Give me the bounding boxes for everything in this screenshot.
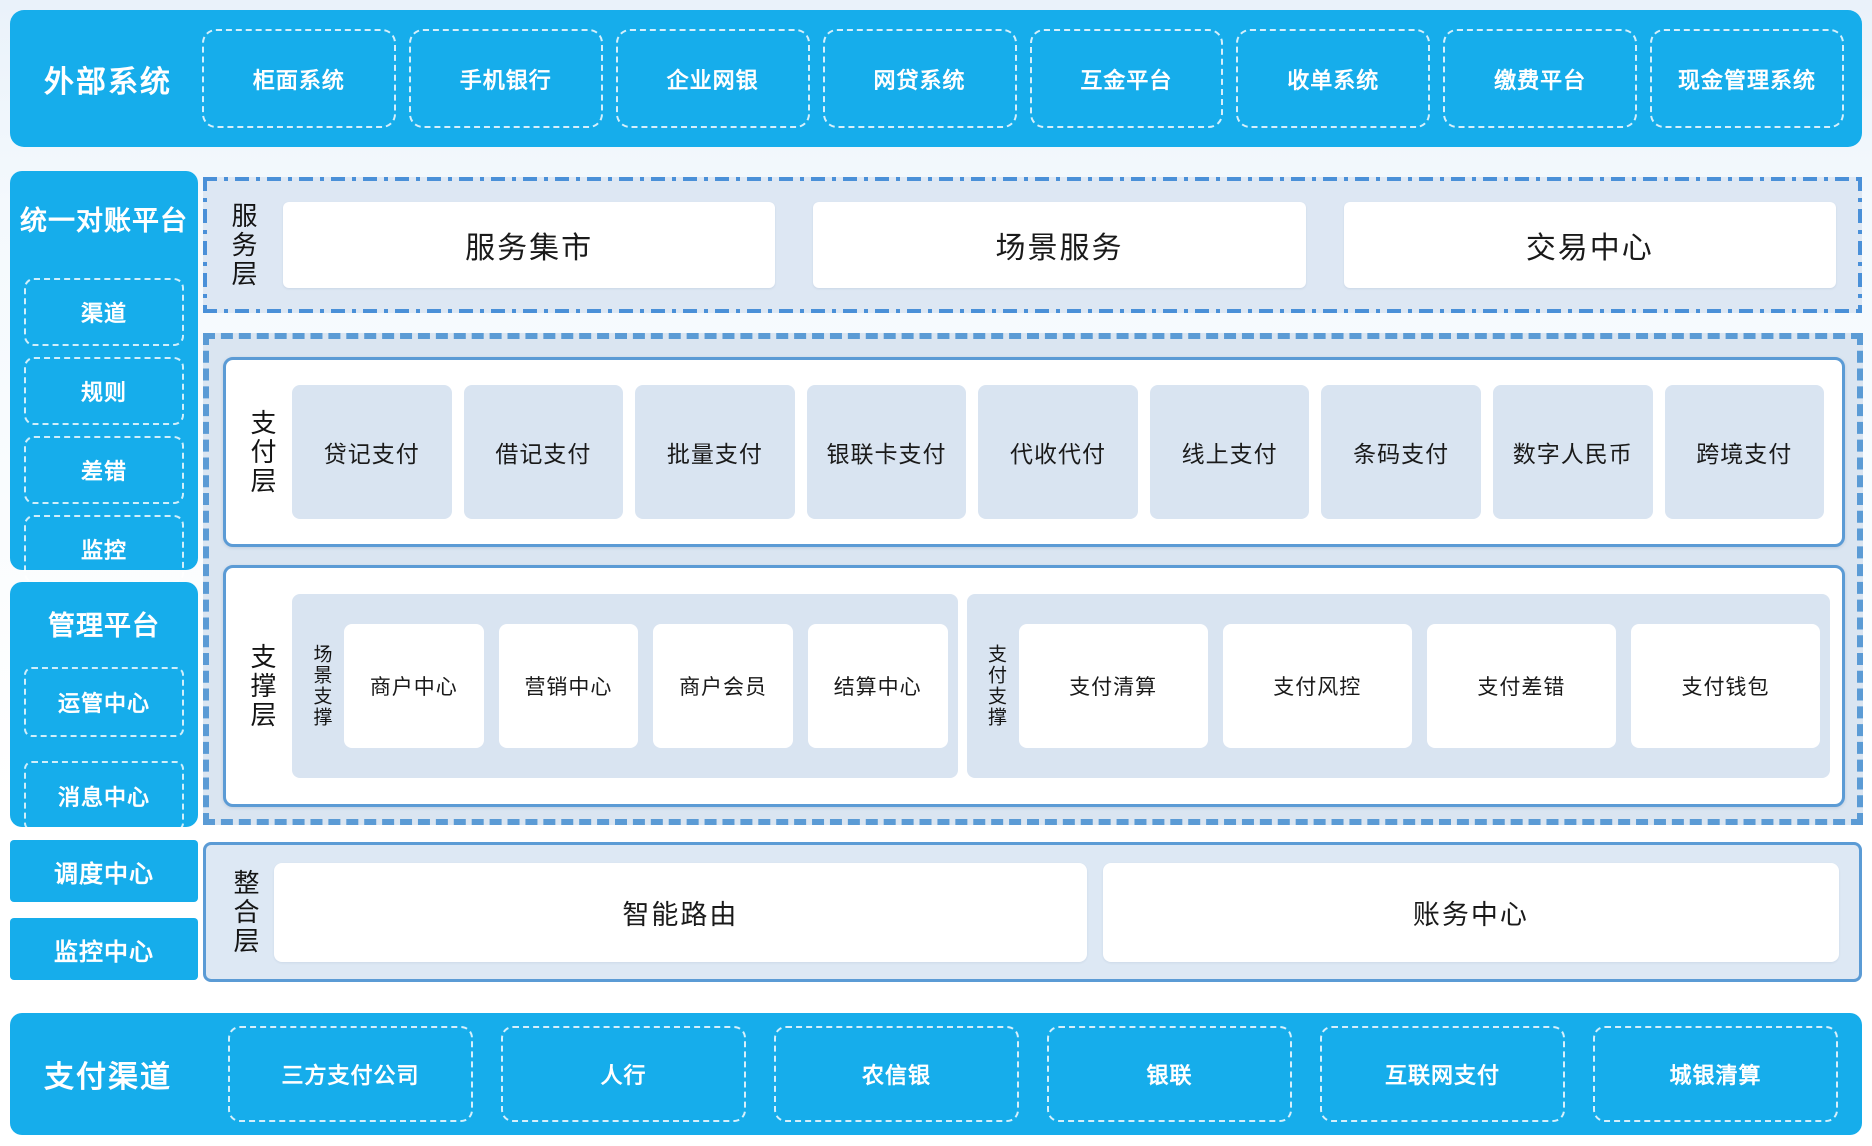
payment-layer-label: 支付层 — [238, 409, 286, 496]
management-platform-title: 管理平台 — [10, 604, 198, 643]
external-system-box: 收单系统 — [1236, 29, 1430, 128]
support-box: 商户会员 — [653, 624, 793, 748]
scene-support-group: 场景支撑 商户中心 营销中心 商户会员 结算中心 — [292, 594, 958, 778]
payment-channel-box: 互联网支付 — [1320, 1026, 1565, 1122]
reconciliation-platform-panel: 统一对账平台 渠道 规则 差错 监控 — [10, 171, 198, 570]
integration-box: 账务中心 — [1103, 863, 1839, 962]
payment-channels-bar: 支付渠道 三方支付公司 人行 农信银 银联 互联网支付 城银清算 — [10, 1013, 1862, 1135]
external-system-box: 柜面系统 — [202, 29, 396, 128]
payment-channel-box: 三方支付公司 — [228, 1026, 473, 1122]
external-system-box: 互金平台 — [1030, 29, 1224, 128]
payment-channels-items: 三方支付公司 人行 农信银 银联 互联网支付 城银清算 — [228, 1026, 1838, 1122]
payment-architecture-diagram: 外部系统 柜面系统 手机银行 企业网银 网贷系统 互金平台 收单系统 缴费平台 … — [0, 0, 1872, 1146]
external-systems-title: 外部系统 — [10, 57, 202, 101]
payment-box: 银联卡支付 — [807, 385, 967, 519]
payment-layer-panel: 支付层 贷记支付 借记支付 批量支付 银联卡支付 代收代付 线上支付 条码支付 … — [223, 357, 1845, 547]
integration-box: 智能路由 — [274, 863, 1087, 962]
support-box: 支付风控 — [1223, 624, 1412, 748]
payment-channel-box: 农信银 — [774, 1026, 1019, 1122]
payment-channel-box: 银联 — [1047, 1026, 1292, 1122]
support-box: 商户中心 — [344, 624, 484, 748]
payment-box: 批量支付 — [635, 385, 795, 519]
payment-channel-box: 人行 — [501, 1026, 746, 1122]
payment-layer-items: 贷记支付 借记支付 批量支付 银联卡支付 代收代付 线上支付 条码支付 数字人民… — [292, 385, 1824, 519]
support-layer-panel: 支撑层 场景支撑 商户中心 营销中心 商户会员 结算中心 支付支撑 支付清算 支… — [223, 565, 1845, 807]
payment-channel-box: 城银清算 — [1593, 1026, 1838, 1122]
external-systems-bar: 外部系统 柜面系统 手机银行 企业网银 网贷系统 互金平台 收单系统 缴费平台 … — [10, 10, 1862, 147]
scene-support-label: 场景支撑 — [302, 644, 340, 728]
service-layer-items: 服务集市 场景服务 交易中心 — [283, 202, 1836, 288]
support-box: 支付差错 — [1427, 624, 1616, 748]
payment-box: 代收代付 — [978, 385, 1138, 519]
payment-box: 数字人民币 — [1493, 385, 1653, 519]
external-system-box: 企业网银 — [616, 29, 810, 128]
support-box: 结算中心 — [808, 624, 948, 748]
payment-support-label: 支付支撑 — [977, 644, 1015, 728]
external-system-box: 手机银行 — [409, 29, 603, 128]
reconciliation-item: 规则 — [24, 357, 184, 425]
payment-support-group: 支付支撑 支付清算 支付风控 支付差错 支付钱包 — [967, 594, 1830, 778]
core-layers-container: 支付层 贷记支付 借记支付 批量支付 银联卡支付 代收代付 线上支付 条码支付 … — [203, 333, 1863, 825]
support-box: 营销中心 — [499, 624, 639, 748]
reconciliation-item: 差错 — [24, 436, 184, 504]
service-box: 服务集市 — [283, 202, 775, 288]
payment-box: 借记支付 — [464, 385, 624, 519]
service-box: 交易中心 — [1344, 202, 1836, 288]
support-box: 支付清算 — [1019, 624, 1208, 748]
external-system-box: 现金管理系统 — [1650, 29, 1844, 128]
service-box: 场景服务 — [813, 202, 1305, 288]
scheduling-center-box: 调度中心 — [10, 840, 198, 902]
reconciliation-platform-title: 统一对账平台 — [10, 199, 198, 238]
payment-box: 条码支付 — [1321, 385, 1481, 519]
integration-layer-label: 整合层 — [222, 869, 268, 956]
external-systems-items: 柜面系统 手机银行 企业网银 网贷系统 互金平台 收单系统 缴费平台 现金管理系… — [202, 29, 1844, 128]
support-layer-label: 支撑层 — [238, 643, 286, 730]
management-platform-panel: 管理平台 运管中心 消息中心 — [10, 582, 198, 827]
external-system-box: 缴费平台 — [1443, 29, 1637, 128]
service-layer-label: 服务层 — [217, 202, 269, 289]
support-box: 支付钱包 — [1631, 624, 1820, 748]
reconciliation-item: 渠道 — [24, 278, 184, 346]
service-layer-container: 服务层 服务集市 场景服务 交易中心 — [203, 177, 1862, 313]
management-item: 消息中心 — [24, 761, 184, 831]
payment-box: 跨境支付 — [1665, 385, 1825, 519]
reconciliation-item: 监控 — [24, 515, 184, 583]
scene-support-items: 商户中心 营销中心 商户会员 结算中心 — [344, 624, 948, 748]
payment-box: 线上支付 — [1150, 385, 1310, 519]
payment-support-items: 支付清算 支付风控 支付差错 支付钱包 — [1019, 624, 1820, 748]
external-system-box: 网贷系统 — [823, 29, 1017, 128]
payment-channels-title: 支付渠道 — [10, 1052, 202, 1096]
monitoring-center-box: 监控中心 — [10, 918, 198, 980]
payment-box: 贷记支付 — [292, 385, 452, 519]
integration-layer-panel: 整合层 智能路由 账务中心 — [203, 842, 1862, 982]
management-item: 运管中心 — [24, 667, 184, 737]
